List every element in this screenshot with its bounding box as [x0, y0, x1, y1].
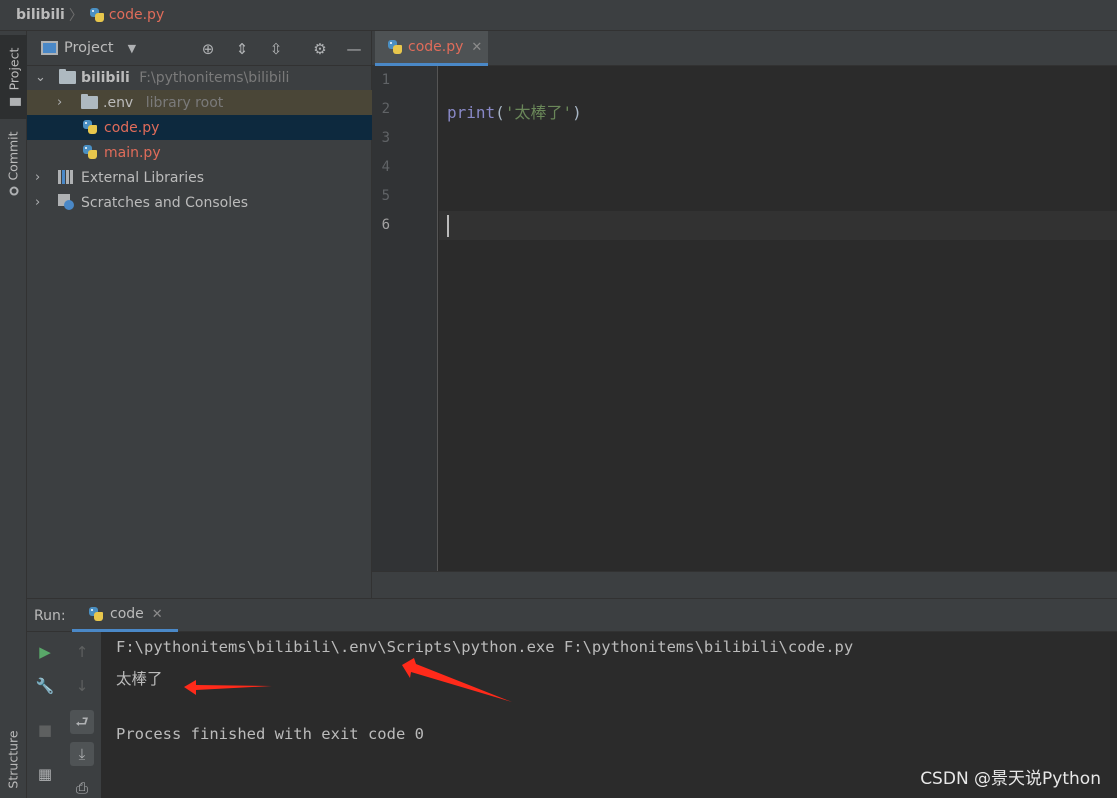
- tab-label: code.py: [408, 39, 464, 55]
- line-number: 3: [381, 130, 390, 146]
- run-console-output[interactable]: F:\pythonitems\bilibili\.env\Scripts\pyt…: [101, 632, 1117, 798]
- scratches-icon: [58, 194, 74, 210]
- tab-code-py[interactable]: code.py ✕: [375, 31, 488, 66]
- breadcrumb-project[interactable]: bilibili: [16, 7, 65, 23]
- project-view-icon: [41, 41, 58, 55]
- breadcrumb-separator-icon: 〉: [68, 8, 83, 24]
- navigation-bar: bilibili 〉 code.py: [0, 0, 1117, 31]
- close-icon[interactable]: ✕: [152, 607, 163, 622]
- project-header: Project ▼ ⊕ ⇕ ⇳ ⚙ —: [27, 31, 371, 66]
- commit-icon: [10, 186, 20, 196]
- project-tool-window: Project ▼ ⊕ ⇕ ⇳ ⚙ — ⌄ bilibili F:\python…: [27, 31, 372, 598]
- current-line-number: 6: [381, 217, 390, 233]
- line-number: 2: [381, 101, 390, 117]
- locate-file-icon[interactable]: ⊕: [198, 39, 218, 59]
- soft-wrap-icon[interactable]: ⮐: [70, 710, 94, 734]
- line-number: 1: [381, 72, 390, 88]
- project-tab-label: Project: [6, 47, 21, 90]
- tree-item-env[interactable]: › .env library root: [27, 90, 372, 115]
- hide-panel-icon[interactable]: —: [344, 39, 364, 59]
- console-command-line: F:\pythonitems\bilibili\.env\Scripts\pyt…: [116, 638, 854, 656]
- folder-icon: [9, 97, 20, 106]
- text-caret: [447, 215, 449, 237]
- python-icon: [88, 606, 104, 622]
- code-paren-close: ): [572, 103, 582, 122]
- editor-tab-bar: code.py ✕: [372, 31, 1117, 66]
- run-label: Run:: [34, 608, 66, 624]
- close-icon[interactable]: ✕: [471, 40, 482, 55]
- code-py-label: code.py: [104, 119, 160, 136]
- run-panel-header: Run: code ✕: [27, 598, 1117, 632]
- python-file-icon: [82, 144, 98, 160]
- code-line-2[interactable]: print('太棒了'): [447, 99, 582, 123]
- run-tab-label: code: [110, 606, 144, 622]
- python-file-icon: [82, 119, 98, 135]
- tree-item-code-py[interactable]: code.py: [27, 115, 372, 140]
- tree-item-root[interactable]: ⌄ bilibili F:\pythonitems\bilibili: [27, 65, 372, 90]
- arrow-up-icon[interactable]: ↑: [70, 640, 94, 664]
- current-line-highlight: [439, 211, 1117, 240]
- breadcrumb-file[interactable]: code.py: [109, 7, 164, 23]
- project-tool-tab[interactable]: Project: [0, 35, 27, 119]
- code-string-literal: '太棒了': [504, 103, 573, 122]
- line-number: 4: [381, 159, 390, 175]
- folder-icon: [59, 69, 76, 88]
- tree-item-scratches[interactable]: › Scratches and Consoles: [27, 190, 372, 215]
- chevron-right-icon[interactable]: ›: [35, 170, 40, 185]
- code-paren-open: (: [495, 103, 505, 122]
- project-view-selector[interactable]: Project: [64, 40, 114, 56]
- python-file-icon: [387, 39, 403, 55]
- chevron-right-icon[interactable]: ›: [35, 195, 40, 210]
- run-tab-code[interactable]: code ✕: [72, 599, 178, 632]
- structure-tab-label: Structure: [6, 730, 21, 789]
- root-folder-path: F:\pythonitems\bilibili: [139, 69, 290, 86]
- chevron-down-icon[interactable]: ⌄: [35, 70, 46, 85]
- python-file-icon: [89, 7, 105, 23]
- libraries-icon: [58, 170, 73, 188]
- left-tool-strip: Project Commit Structure: [0, 31, 27, 798]
- structure-tool-tab[interactable]: Structure: [0, 721, 27, 798]
- print-icon[interactable]: ⎙: [70, 776, 94, 798]
- console-output-line: 太棒了: [116, 670, 163, 688]
- run-toolbar: ▶ ↑ 🔧 ↓ ■ ⮐ ▦ ⤓ ⎙: [27, 632, 101, 798]
- library-root-hint: library root: [145, 94, 224, 111]
- folder-icon: [81, 94, 98, 113]
- chevron-down-icon[interactable]: ▼: [128, 42, 136, 55]
- commit-tool-tab[interactable]: Commit: [0, 123, 27, 203]
- commit-tab-label: Commit: [6, 130, 22, 181]
- main-py-label: main.py: [104, 144, 161, 161]
- tree-env-label: .env library root: [103, 95, 223, 111]
- gear-icon[interactable]: ⚙: [310, 39, 330, 59]
- code-print-call: print: [447, 103, 496, 122]
- console-exit-line: Process finished with exit code 0: [116, 725, 424, 743]
- arrow-down-icon[interactable]: ↓: [70, 674, 94, 698]
- external-libraries-label: External Libraries: [81, 169, 204, 186]
- scroll-to-end-icon[interactable]: ⤓: [70, 742, 94, 766]
- editor-bottom-strip: [372, 571, 1117, 598]
- rerun-icon[interactable]: ▶: [33, 640, 57, 664]
- collapse-all-icon[interactable]: ⇳: [266, 39, 286, 59]
- tree-item-main-py[interactable]: main.py: [27, 140, 372, 165]
- line-number: 5: [381, 188, 390, 204]
- chevron-right-icon[interactable]: ›: [57, 95, 62, 110]
- csdn-watermark: CSDN @景天说Python: [920, 769, 1101, 789]
- root-folder-name: bilibili: [81, 69, 130, 86]
- tree-root-label: bilibili F:\pythonitems\bilibili: [81, 70, 289, 86]
- code-editor[interactable]: print('太棒了'): [439, 66, 1117, 571]
- line-number-gutter: 1 2 3 4 5 6: [372, 66, 438, 571]
- layout-icon[interactable]: ▦: [33, 762, 57, 786]
- expand-all-icon[interactable]: ⇕: [232, 39, 252, 59]
- scratches-label: Scratches and Consoles: [81, 194, 248, 211]
- wrench-icon[interactable]: 🔧: [33, 674, 57, 698]
- tree-item-external-libraries[interactable]: › External Libraries: [27, 165, 372, 190]
- env-folder-name: .env: [103, 94, 134, 111]
- stop-icon[interactable]: ■: [33, 718, 57, 742]
